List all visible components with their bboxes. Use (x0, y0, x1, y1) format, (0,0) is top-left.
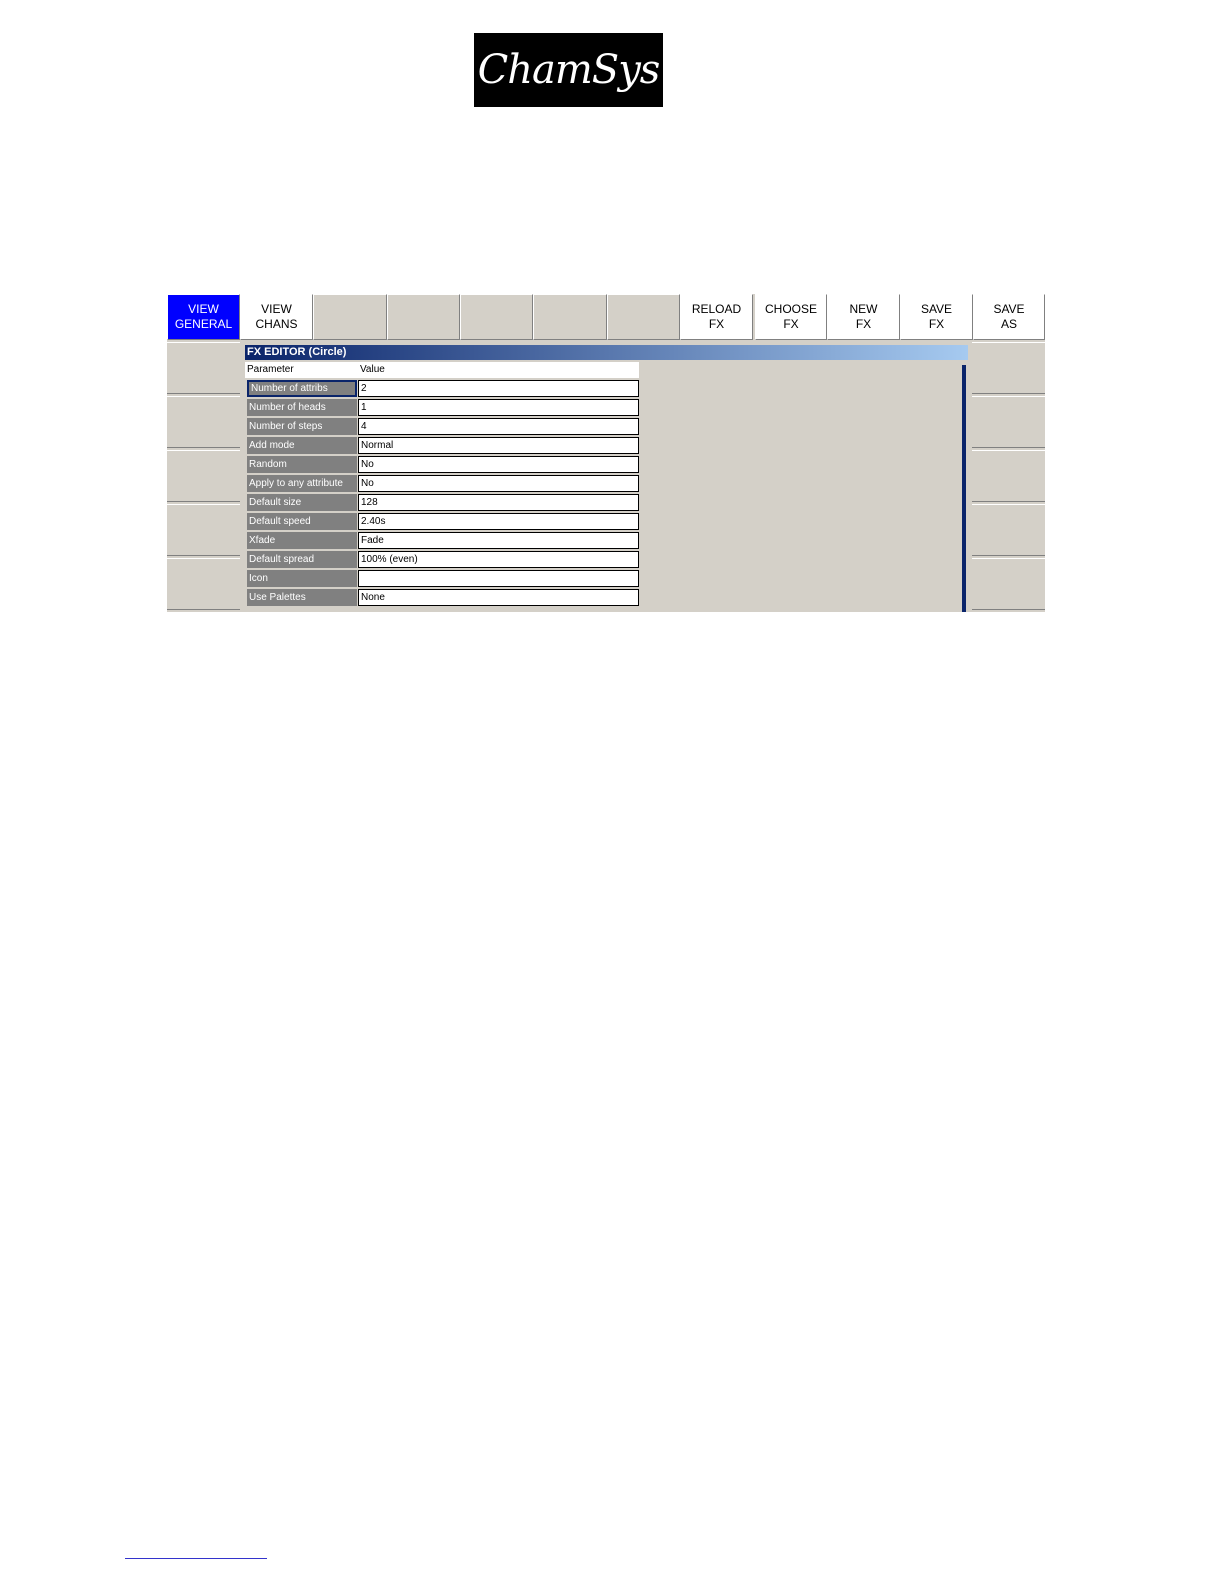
softkey-2[interactable]: VIEW CHANS (240, 294, 313, 340)
parameter-value[interactable]: Normal (358, 437, 639, 454)
right-side-button-4[interactable] (972, 504, 1045, 556)
parameter-name[interactable]: Add mode (247, 437, 357, 454)
left-side-button-5[interactable] (167, 558, 240, 610)
parameter-value[interactable]: No (358, 456, 639, 473)
softkey-9[interactable]: CHOOSE FX (755, 294, 827, 340)
parameter-name[interactable]: Number of attribs (247, 380, 357, 397)
parameter-name[interactable]: Number of steps (247, 418, 357, 435)
parameter-name[interactable]: Apply to any attribute (247, 475, 357, 492)
table-row[interactable]: Random No (245, 455, 639, 474)
parameter-name[interactable]: Random (247, 456, 357, 473)
table-row[interactable]: Default size 128 (245, 493, 639, 512)
parameter-value[interactable] (358, 570, 639, 587)
table-header: Parameter Value (245, 362, 639, 378)
softkey-12[interactable]: SAVE AS (973, 294, 1045, 340)
softkey-label-line2: CHANS (255, 317, 298, 331)
table-row[interactable]: Xfade Fade (245, 531, 639, 550)
table-row[interactable]: Default speed 2.40s (245, 512, 639, 531)
table-row[interactable]: Add mode Normal (245, 436, 639, 455)
parameter-value[interactable]: None (358, 589, 639, 606)
table-row[interactable]: Apply to any attribute No (245, 474, 639, 493)
left-side-button-2[interactable] (167, 396, 240, 448)
softkey-label-line1: CHOOSE (764, 302, 817, 316)
softkey-label-line2: GENERAL (174, 317, 233, 331)
vertical-scrollbar[interactable] (962, 365, 966, 612)
softkey-10[interactable]: NEW FX (827, 294, 900, 340)
parameter-name[interactable]: Default spread (247, 551, 357, 568)
softkey-6[interactable] (533, 294, 607, 340)
softkey-11[interactable]: SAVE FX (900, 294, 973, 340)
parameter-value[interactable]: 1 (358, 399, 639, 416)
softkey-4[interactable] (387, 294, 460, 340)
table-row[interactable]: Use Palettes None (245, 588, 639, 607)
softkey-label-line1: SAVE (920, 302, 953, 316)
softkey-label-line1: VIEW (188, 302, 219, 316)
parameter-name[interactable]: Default speed (247, 513, 357, 530)
parameter-value[interactable]: 4 (358, 418, 639, 435)
parameter-value[interactable]: 100% (even) (358, 551, 639, 568)
fx-editor-title: FX EDITOR (Circle) (245, 345, 968, 360)
left-side-button-3[interactable] (167, 450, 240, 502)
softkey-1[interactable]: VIEW GENERAL (167, 294, 240, 340)
softkey-8[interactable]: RELOAD FX (680, 294, 753, 340)
softkey-label-line1: RELOAD (691, 302, 742, 316)
parameter-value[interactable]: No (358, 475, 639, 492)
parameter-value[interactable]: 2 (358, 380, 639, 397)
chamsys-logo: ChamSys (474, 33, 663, 107)
softkey-label-line2: FX (855, 317, 872, 331)
softkey-label-line2: FX (928, 317, 945, 331)
table-row[interactable]: Number of steps 4 (245, 417, 639, 436)
right-side-button-1[interactable] (972, 342, 1045, 394)
parameter-name[interactable]: Icon (247, 570, 357, 587)
softkey-label-line1: SAVE (993, 302, 1025, 316)
parameter-value[interactable]: Fade (358, 532, 639, 549)
parameter-name[interactable]: Number of heads (247, 399, 357, 416)
right-side-button-2[interactable] (972, 396, 1045, 448)
softkey-3[interactable] (313, 294, 387, 340)
right-side-button-5[interactable] (972, 558, 1045, 610)
parameter-value[interactable]: 128 (358, 494, 639, 511)
parameter-name[interactable]: Default size (247, 494, 357, 511)
left-side-button-4[interactable] (167, 504, 240, 556)
parameter-name[interactable]: Xfade (247, 532, 357, 549)
softkey-label-line2: FX (783, 317, 799, 331)
softkey-label-line1: NEW (849, 302, 878, 316)
softkey-label-line1: VIEW (261, 302, 292, 316)
right-side-button-3[interactable] (972, 450, 1045, 502)
parameter-value[interactable]: 2.40s (358, 513, 639, 530)
fx-editor-window: FX EDITOR (Circle) Parameter Value Numbe… (245, 345, 968, 612)
table-row[interactable]: Default spread 100% (even) (245, 550, 639, 569)
parameter-name[interactable]: Use Palettes (247, 589, 357, 606)
softkey-5[interactable] (460, 294, 533, 340)
footer-link-underline[interactable] (125, 1558, 267, 1559)
logo-text: ChamSys (477, 47, 661, 93)
softkey-label-line2: FX (708, 317, 725, 331)
parameter-column-header: Parameter (247, 364, 294, 375)
table-row[interactable]: Number of attribs 2 (245, 379, 639, 398)
value-column-header: Value (360, 364, 385, 375)
table-row[interactable]: Icon (245, 569, 639, 588)
table-row[interactable]: Number of heads 1 (245, 398, 639, 417)
left-side-button-1[interactable] (167, 342, 240, 394)
softkey-7[interactable] (607, 294, 680, 340)
console-screen: VIEW GENERAL VIEW CHANS RELOAD FX CHOOSE FX NEW F… (167, 294, 1045, 612)
softkey-label-line2: AS (1000, 317, 1017, 331)
